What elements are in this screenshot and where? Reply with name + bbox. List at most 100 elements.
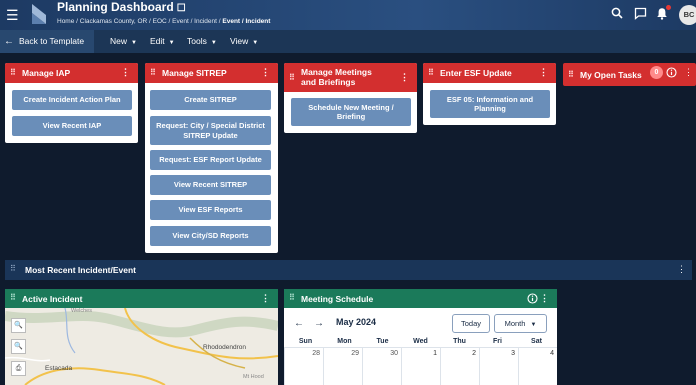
meeting-schedule-header: ⠿ Meeting Schedule ⋮ [284,289,557,308]
title-block: Planning Dashboard ☐ Home / Clackamas Cou… [57,0,271,26]
more-options-icon[interactable]: ⋮ [684,67,693,78]
calendar-day[interactable]: 4 [518,347,557,385]
caret-down-icon: ▼ [131,40,137,46]
card-header: ⠿ Enter ESF Update ⋮ [423,63,556,83]
weekday-header: Tue [376,338,389,345]
today-button[interactable]: Today [452,314,490,333]
search-icon[interactable] [611,7,623,19]
create-sitrep-button[interactable]: Create SITREP [150,90,271,110]
breadcrumb-home[interactable]: Home [57,18,74,25]
more-options-icon[interactable]: ⋮ [677,264,686,275]
weekday-header: Thu [453,338,466,345]
breadcrumb-current: Event / Incident [222,18,271,25]
card-title: My Open Tasks [580,70,642,80]
view-city-sd-reports-button[interactable]: View City/SD Reports [150,226,271,246]
more-options-icon[interactable]: ⋮ [121,67,130,78]
card-title: Enter ESF Update [440,68,512,78]
weekday-header: Sat [531,338,542,345]
calendar-day[interactable]: 2 [440,347,479,385]
map-label: Rhododendron [203,344,247,351]
zoom-out-icon[interactable]: 🔍 [11,339,26,354]
weekday-header: Fri [493,338,502,345]
arrow-left-icon: ← [4,36,14,47]
map-label: Welches [71,308,92,314]
menu-new[interactable]: New ▼ [110,30,137,53]
page-title: Planning Dashboard ☐ [57,0,186,15]
more-options-icon[interactable]: ⋮ [261,293,270,304]
manage-iap-card: ⠿ Manage IAP ⋮ Create Incident Action Pl… [5,63,138,143]
card-title: Manage Meetings and Briefings [301,67,372,87]
drag-handle-icon[interactable]: ⠿ [289,73,295,82]
view-esf-reports-button[interactable]: View ESF Reports [150,200,271,220]
manage-sitrep-card: ⠿ Manage SITREP ⋮ Create SITREP Request:… [145,63,278,253]
avatar[interactable]: BC [679,5,696,25]
app-logo [32,4,46,24]
view-select[interactable]: Month ▼ [494,314,547,333]
card-header: ⠿ Manage IAP ⋮ [5,63,138,83]
more-options-icon[interactable]: ⋮ [539,67,548,78]
favorite-icon[interactable]: ☐ [177,3,186,14]
card-title: Active Incident [22,294,83,304]
more-options-icon[interactable]: ⋮ [400,72,409,83]
drag-handle-icon[interactable]: ⠿ [568,70,574,79]
calendar-day[interactable]: 29 [323,347,362,385]
view-recent-iap-button[interactable]: View Recent IAP [12,116,132,136]
info-icon[interactable] [527,293,538,304]
prev-month-icon[interactable]: ← [294,318,304,329]
breadcrumb-eoc[interactable]: EOC [153,18,167,25]
menu-edit[interactable]: Edit ▼ [150,30,175,53]
calendar-day[interactable]: 28 [284,347,323,385]
next-month-icon[interactable]: → [314,318,324,329]
calendar: ← → May 2024 Today Month ▼ Sun Mon Tue We… [284,308,557,385]
drag-handle-icon[interactable]: ⠿ [10,293,16,302]
drag-handle-icon[interactable]: ⠿ [150,68,156,77]
toolbar: ← Back to Template New ▼ Edit ▼ Tools ▼ View… [0,30,696,53]
calendar-day[interactable]: 3 [479,347,518,385]
card-title: Meeting Schedule [301,294,374,304]
calendar-day[interactable]: 30 [362,347,401,385]
card-header: ⠿ Manage Meetings and Briefings ⋮ [284,63,417,92]
drag-handle-icon[interactable]: ⠿ [10,264,16,273]
map-label: Estacada [45,365,73,372]
notification-dot [666,5,671,10]
caret-down-icon: ▼ [530,322,537,328]
weekday-header: Wed [413,338,428,345]
drag-handle-icon[interactable]: ⠿ [428,68,434,77]
more-options-icon[interactable]: ⋮ [261,67,270,78]
breadcrumb: Home / Clackamas County, OR / EOC / Even… [57,18,271,25]
menu-view[interactable]: View ▼ [230,30,258,53]
app-header: ☰ Planning Dashboard ☐ Home / Clackamas C… [0,0,696,30]
drag-handle-icon[interactable]: ⠿ [289,293,295,302]
weekday-header: Mon [337,338,352,345]
breadcrumb-county[interactable]: Clackamas County, OR [80,18,147,25]
active-incident-header: ⠿ Active Incident ⋮ [5,289,278,308]
back-to-template-button[interactable]: ← Back to Template [0,30,94,53]
drag-handle-icon[interactable]: ⠿ [10,68,16,77]
calendar-day[interactable]: 1 [401,347,440,385]
chat-icon[interactable] [634,7,647,20]
caret-down-icon: ▼ [210,40,217,46]
print-icon[interactable]: ⎙ [11,361,26,376]
manage-meetings-card: ⠿ Manage Meetings and Briefings ⋮ Schedu… [284,63,417,133]
card-header: ⠿ Manage SITREP ⋮ [145,63,278,83]
more-options-icon[interactable]: ⋮ [540,293,549,304]
esf-update-card: ⠿ Enter ESF Update ⋮ ESF 05: Information… [423,63,556,125]
request-city-sitrep-button[interactable]: Request: City / Special District SITREP … [150,116,271,145]
zoom-in-icon[interactable]: 🔍 [11,318,26,333]
request-esf-report-button[interactable]: Request: ESF Report Update [150,150,271,170]
esf05-button[interactable]: ESF 05: Information and Planning [430,90,550,118]
recent-incident-section: ⠿ Most Recent Incident/Event ⋮ [5,260,692,280]
create-iap-button[interactable]: Create Incident Action Plan [12,90,132,110]
calendar-month: May 2024 [336,317,377,327]
card-title: Manage IAP [22,68,71,78]
info-icon[interactable] [666,67,677,78]
caret-down-icon: ▼ [252,40,259,46]
map-label: Mt Hood [243,374,264,380]
menu-icon[interactable]: ☰ [6,7,19,24]
view-recent-sitrep-button[interactable]: View Recent SITREP [150,175,271,195]
breadcrumb-event[interactable]: Event / Incident [172,18,217,25]
incident-map[interactable]: 🔍 🔍 ⎙ Rhododendron Estacada Mt Hood Welc… [5,308,278,385]
menu-tools[interactable]: Tools ▼ [187,30,217,53]
schedule-meeting-button[interactable]: Schedule New Meeting / Briefing [291,98,411,126]
weekday-header: Sun [298,338,313,345]
